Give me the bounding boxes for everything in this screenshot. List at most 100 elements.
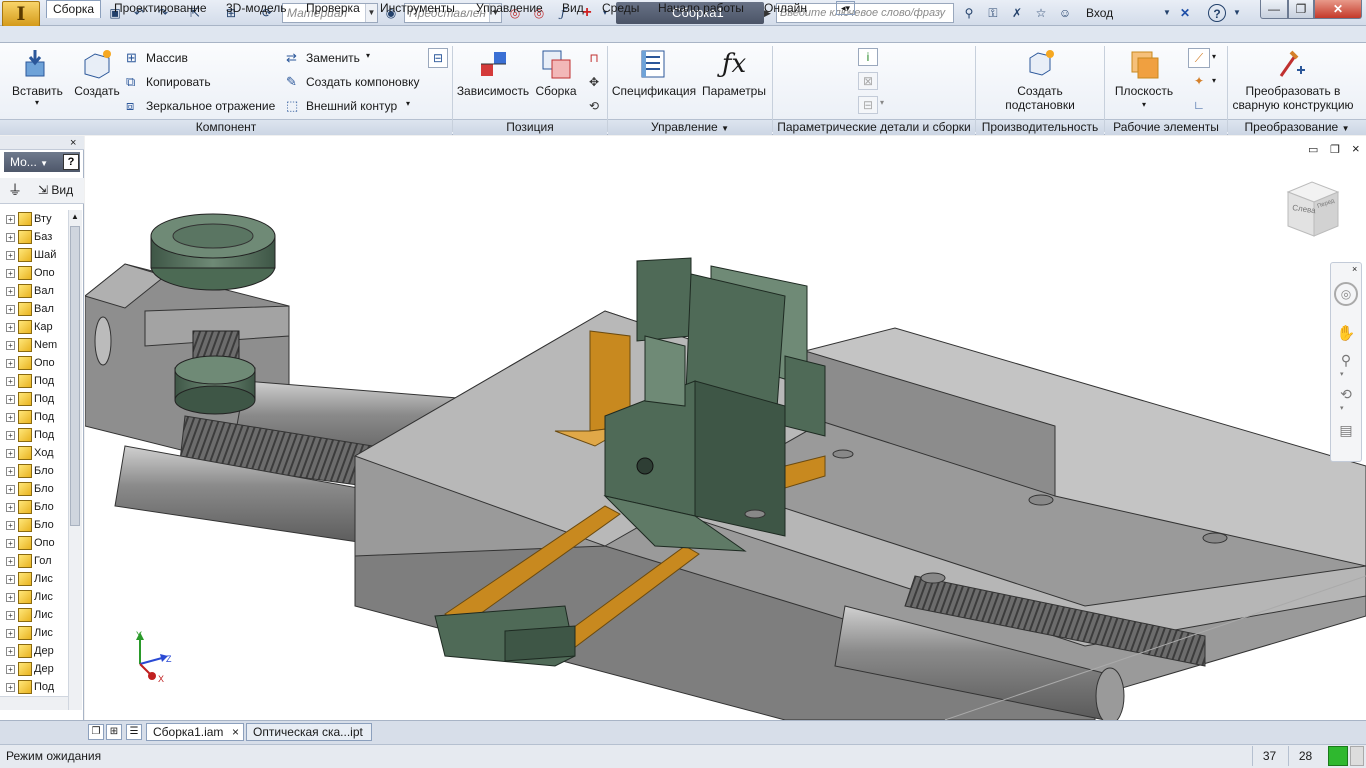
tab-manage[interactable]: Управление [470, 0, 549, 17]
tree-item[interactable]: + Nem [6, 336, 68, 354]
expand-icon[interactable]: + [6, 322, 15, 332]
mirror-button[interactable]: ⧈ Зеркальное отражение [126, 98, 276, 114]
document-menu-icon[interactable]: ☰ [126, 724, 142, 740]
chevron-down-icon[interactable]: ▼ [1228, 4, 1246, 22]
tree-item[interactable]: + Вту [6, 210, 68, 228]
viewport-restore-icon[interactable]: ❐ [1330, 144, 1340, 156]
tree-item[interactable]: + Бло [6, 480, 68, 498]
star-icon[interactable]: ☆ [1032, 4, 1050, 22]
login-link[interactable]: Вход [1086, 4, 1113, 22]
binoculars-icon[interactable]: ⚲ [960, 4, 978, 22]
close-button[interactable]: ✕ [1314, 0, 1362, 19]
tree-item[interactable]: + Под [6, 372, 68, 390]
panel-manage-title[interactable]: Управление ▼ [608, 119, 772, 135]
filter-icon[interactable]: ⏚ [6, 181, 24, 199]
tree-item[interactable]: + Под [6, 678, 68, 696]
expand-icon[interactable]: + [6, 358, 15, 368]
tree-item[interactable]: + Опо [6, 534, 68, 552]
move-icon[interactable]: ✥ [584, 72, 604, 92]
copy-button[interactable]: ⧉ Копировать [126, 74, 276, 90]
tree-item[interactable]: + Дер [6, 660, 68, 678]
cascade-icon[interactable]: ❐ [88, 724, 104, 740]
ipart-table-icon[interactable]: ⊟ [858, 96, 878, 114]
constraint-button[interactable]: Зависимость [456, 48, 530, 110]
expand-icon[interactable]: + [6, 430, 15, 440]
expand-icon[interactable]: + [6, 484, 15, 494]
tree-item[interactable]: + Дер [6, 642, 68, 660]
expand-icon[interactable]: + [6, 574, 15, 584]
tree-item[interactable]: + Бло [6, 498, 68, 516]
close-icon[interactable]: × [70, 137, 76, 149]
scroll-up-icon[interactable]: ▲ [68, 210, 82, 224]
tree-item[interactable]: + Гол [6, 552, 68, 570]
chevron-down-icon[interactable]: ▾ [1212, 52, 1216, 61]
tab-assembly[interactable]: Сборка [46, 0, 102, 18]
tree-item[interactable]: + Опо [6, 264, 68, 282]
chevron-down-icon[interactable]: ▼ [1158, 4, 1176, 22]
viewport-close-icon[interactable]: × [1352, 142, 1360, 155]
doc-tab-assembly[interactable]: Сборка1.iam × [146, 723, 244, 741]
tab-3d-model[interactable]: 3D-модель [220, 0, 293, 17]
maximize-button[interactable]: ❐ [1288, 0, 1314, 19]
chevron-down-icon[interactable]: ▾ [1340, 370, 1344, 378]
create-button[interactable]: Создать [72, 48, 122, 110]
expand-icon[interactable]: + [6, 214, 15, 224]
expand-icon[interactable]: + [6, 412, 15, 422]
tree-item[interactable]: + Лис [6, 624, 68, 642]
ipart-edit-icon[interactable]: ⊠ [858, 72, 878, 90]
minimize-button[interactable]: — [1260, 0, 1288, 19]
scroll-thumb[interactable] [70, 226, 80, 526]
expand-icon[interactable]: + [6, 502, 15, 512]
view-face-icon[interactable]: ▤ [1336, 420, 1356, 440]
pan-icon[interactable]: ✋ [1336, 324, 1356, 344]
exchange-icon[interactable]: ✕ [1176, 4, 1194, 22]
tree-item[interactable]: + Под [6, 390, 68, 408]
tree-item[interactable]: + Вал [6, 282, 68, 300]
expand-icon[interactable]: + [6, 682, 15, 692]
tree-item[interactable]: + Кар [6, 318, 68, 336]
view-dropdown[interactable]: ⇲ Вид [38, 181, 73, 199]
tab-online[interactable]: Онлайн [758, 0, 813, 17]
tree-item[interactable]: + Под [6, 408, 68, 426]
tree-item[interactable]: + Бло [6, 516, 68, 534]
expand-icon[interactable]: + [6, 664, 15, 674]
bom-small-icon[interactable]: ⊟ [428, 48, 448, 68]
panel-convert-title[interactable]: Преобразование ▼ [1228, 119, 1366, 135]
expand-icon[interactable]: + [6, 610, 15, 620]
help-icon[interactable]: ? [63, 154, 79, 170]
tree-item[interactable]: + Баз [6, 228, 68, 246]
tree-item[interactable]: + Шай [6, 246, 68, 264]
ribbon-minimize-icon[interactable]: ◂▾ [836, 1, 856, 15]
pattern-button[interactable]: ⊞ Массив [126, 50, 276, 66]
create-substitutes-button[interactable]: Создать подстановки [990, 48, 1090, 116]
expand-icon[interactable]: + [6, 466, 15, 476]
convert-to-weldment-button[interactable]: Преобразовать в сварную конструкцию [1230, 48, 1356, 116]
tree-item[interactable]: + Бло [6, 462, 68, 480]
plane-button[interactable]: Плоскость ▾ [1112, 48, 1176, 110]
replace-button[interactable]: ⇄ Заменить ▾ [286, 50, 426, 66]
tree-item[interactable]: + Под [6, 426, 68, 444]
tree-item[interactable]: + Ход [6, 444, 68, 462]
expand-icon[interactable]: + [6, 376, 15, 386]
bom-button[interactable]: Спецификация [610, 48, 698, 110]
expand-icon[interactable]: + [6, 520, 15, 530]
ipart-create-icon[interactable]: i [858, 48, 878, 66]
shrinkwrap-button[interactable]: ⬚ Внешний контур ▾ [286, 98, 426, 114]
rotate-icon[interactable]: ⟲ [584, 96, 604, 116]
chevron-down-icon[interactable]: ▾ [1340, 404, 1344, 412]
user-icon[interactable]: ☺ [1056, 4, 1074, 22]
chevron-down-icon[interactable]: ▾ [880, 98, 884, 107]
expand-icon[interactable]: + [6, 304, 15, 314]
parameters-button[interactable]: ƒx Параметры [700, 48, 768, 110]
insert-button[interactable]: Вставить ▾ [12, 48, 63, 110]
expand-icon[interactable]: + [6, 232, 15, 242]
expand-icon[interactable]: + [6, 556, 15, 566]
wrench-icon[interactable]: ✗ [1008, 4, 1026, 22]
axis-icon[interactable]: ⟋ [1188, 48, 1210, 68]
tree-item[interactable]: + Опо [6, 354, 68, 372]
create-layout-button[interactable]: ✎ Создать компоновку [286, 74, 426, 90]
tab-view[interactable]: Вид [556, 0, 590, 17]
graphics-viewport[interactable] [85, 136, 1366, 720]
tile-icon[interactable]: ⊞ [106, 724, 122, 740]
zoom-icon[interactable]: ⚲ [1336, 350, 1356, 370]
